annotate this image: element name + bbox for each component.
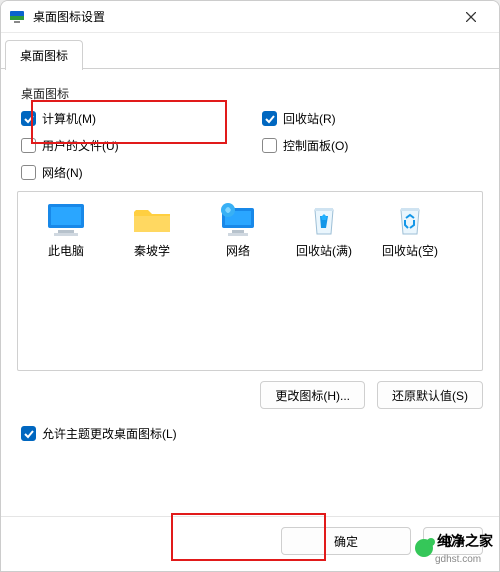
restore-default-button[interactable]: 还原默认值(S) [377,381,483,409]
icon-user-folder[interactable]: 秦坡学 [110,202,194,259]
checkbox-label: 计算机(M) [42,110,96,127]
checkbox-label: 回收站(R) [283,110,336,127]
tab-desktop-icons[interactable]: 桌面图标 [5,40,83,70]
checkbox-grid: 计算机(M) 回收站(R) 用户的文件(U) 控制面板(O) 网络(N) [17,110,483,181]
icon-network[interactable]: 网络 [196,202,280,259]
group-label: 桌面图标 [21,85,483,102]
icon-label: 回收站(满) [282,242,366,259]
dialog-buttons: 确定 取消 [1,516,499,571]
checkbox-label: 用户的文件(U) [42,137,119,154]
content-area: 桌面图标 计算机(M) 回收站(R) 用户的文件(U) 控制面板(O) 网络(N… [1,69,499,516]
icon-recycle-empty[interactable]: 回收站(空) [368,202,452,259]
checkbox-label: 允许主题更改桌面图标(L) [42,425,177,442]
checkbox-network[interactable]: 网络(N) [21,164,242,181]
close-button[interactable] [451,3,491,31]
ok-button[interactable]: 确定 [281,527,411,555]
icon-action-buttons: 更改图标(H)... 还原默认值(S) [17,381,483,409]
checkbox-label: 控制面板(O) [283,137,348,154]
icon-recycle-full[interactable]: 回收站(满) [282,202,366,259]
checkbox-label: 网络(N) [42,164,83,181]
desktop-icon-settings-window: 桌面图标设置 桌面图标 桌面图标 计算机(M) 回收站(R) [0,0,500,572]
icon-label: 网络 [196,242,280,259]
icon-label: 回收站(空) [368,242,452,259]
checkbox-computer[interactable]: 计算机(M) [21,110,242,127]
icon-this-pc[interactable]: 此电脑 [24,202,108,259]
change-icon-button[interactable]: 更改图标(H)... [260,381,365,409]
checkbox-control-panel[interactable]: 控制面板(O) [262,137,483,154]
icon-label: 秦坡学 [110,242,194,259]
checkbox-recycle-bin[interactable]: 回收站(R) [262,110,483,127]
titlebar: 桌面图标设置 [1,1,499,33]
icon-preview-pane: 此电脑 秦坡学 [17,191,483,371]
checkbox-allow-theme-change[interactable]: 允许主题更改桌面图标(L) [21,425,483,442]
app-icon [9,9,25,25]
tabbar: 桌面图标 [1,33,499,69]
icon-label: 此电脑 [24,242,108,259]
cancel-button[interactable]: 取消 [423,527,483,555]
window-title: 桌面图标设置 [33,8,451,25]
checkbox-user-files[interactable]: 用户的文件(U) [21,137,242,154]
